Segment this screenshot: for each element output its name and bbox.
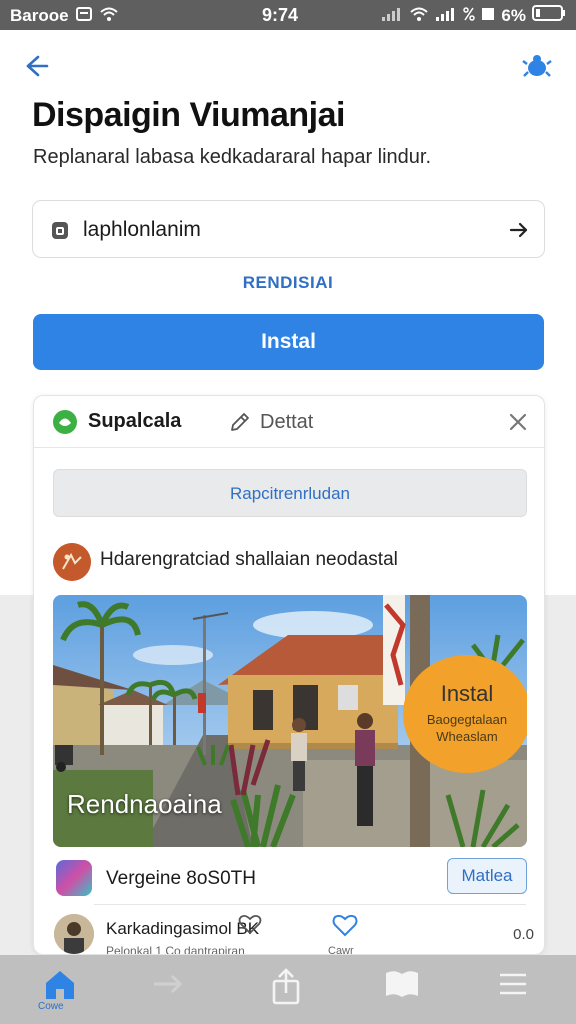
avatar xyxy=(54,914,94,954)
app-thumbnail-icon xyxy=(56,860,92,896)
post-title: Hdarengratciad shallaian neodastal xyxy=(100,549,398,570)
battery-percent: 6% xyxy=(501,5,526,25)
comment-subtitle: Pelonkal 1 Co dantrapiran xyxy=(106,944,245,955)
forward-button[interactable] xyxy=(148,967,188,1007)
wifi-icon xyxy=(409,6,429,26)
post-avatar xyxy=(53,543,91,581)
back-button[interactable] xyxy=(22,52,50,80)
menu-button[interactable] xyxy=(494,967,534,1007)
share-icon xyxy=(272,968,300,1005)
heart-icon[interactable] xyxy=(238,912,262,936)
card-header: Supalcala Dettat xyxy=(34,396,544,448)
bug-report-button[interactable] xyxy=(522,52,552,80)
status-bar: Barooe 9:74 6% xyxy=(0,0,576,30)
home-tab-label: Cowe xyxy=(38,1001,64,1012)
back-arrow-icon xyxy=(26,55,49,77)
comment-title: Karkadingasimol BK xyxy=(106,919,260,938)
app-card: Supalcala Dettat Rapcitrenrludan Hdareng… xyxy=(33,395,545,955)
menu-icon xyxy=(500,973,526,995)
square-icon xyxy=(481,6,495,26)
photo-caption: Rendnaoaina xyxy=(67,789,222,819)
bubble-text: Baogegtalaan Wheaslam xyxy=(426,712,508,744)
url-field-value: laphlonlanim xyxy=(83,218,201,241)
gray-action-button[interactable]: Rapcitrenrludan xyxy=(53,469,527,517)
wifi-icon xyxy=(99,6,119,26)
signal-icon xyxy=(435,6,457,26)
share-button[interactable] xyxy=(266,967,306,1007)
like-label: Cawr xyxy=(328,945,354,955)
list-item-title: Vergeine 8oS0TH xyxy=(106,868,256,889)
bubble-title: Instal xyxy=(440,681,494,706)
list-item[interactable]: Vergeine 8oS0TH Matlea xyxy=(53,858,527,902)
pencil-icon[interactable] xyxy=(228,410,252,434)
status-time: 9:74 xyxy=(262,5,299,25)
percent-icon xyxy=(463,6,476,26)
list-item-button[interactable]: Matlea xyxy=(447,858,527,894)
home-icon xyxy=(46,971,74,999)
forward-icon xyxy=(154,974,183,994)
bug-icon xyxy=(522,55,552,77)
comment-count: 0.0 xyxy=(513,926,534,943)
app-logo-icon xyxy=(52,409,78,435)
install-bubble[interactable]: Instal Baogegtalaan Wheaslam xyxy=(403,655,527,773)
post-photo[interactable]: Instal Baogegtalaan Wheaslam Rendnaoaina xyxy=(53,595,527,847)
bottom-toolbar: Cowe xyxy=(0,955,576,1024)
go-arrow-icon[interactable] xyxy=(508,219,530,241)
message-icon xyxy=(75,6,92,26)
battery-icon xyxy=(532,5,566,26)
page-subtitle: Replanaral labasa kedkadararal hapar lin… xyxy=(33,146,432,168)
like-heart-icon[interactable] xyxy=(332,913,358,937)
card-app-name: Supalcala xyxy=(88,410,182,432)
bookmarks-button[interactable] xyxy=(382,967,422,1007)
lock-icon xyxy=(49,219,71,241)
carrier-label: Barooe xyxy=(10,6,69,25)
divider xyxy=(94,904,526,905)
secondary-link[interactable]: RENDISIAI xyxy=(0,273,576,293)
page-title: Dispaigin Viumanjai xyxy=(32,96,345,134)
url-field[interactable]: laphlonlanim xyxy=(32,200,545,258)
book-icon xyxy=(386,971,418,997)
install-button[interactable]: Instal xyxy=(33,314,544,370)
close-icon[interactable] xyxy=(506,410,530,434)
signal-icon xyxy=(381,6,403,26)
edit-label[interactable]: Dettat xyxy=(260,411,313,434)
